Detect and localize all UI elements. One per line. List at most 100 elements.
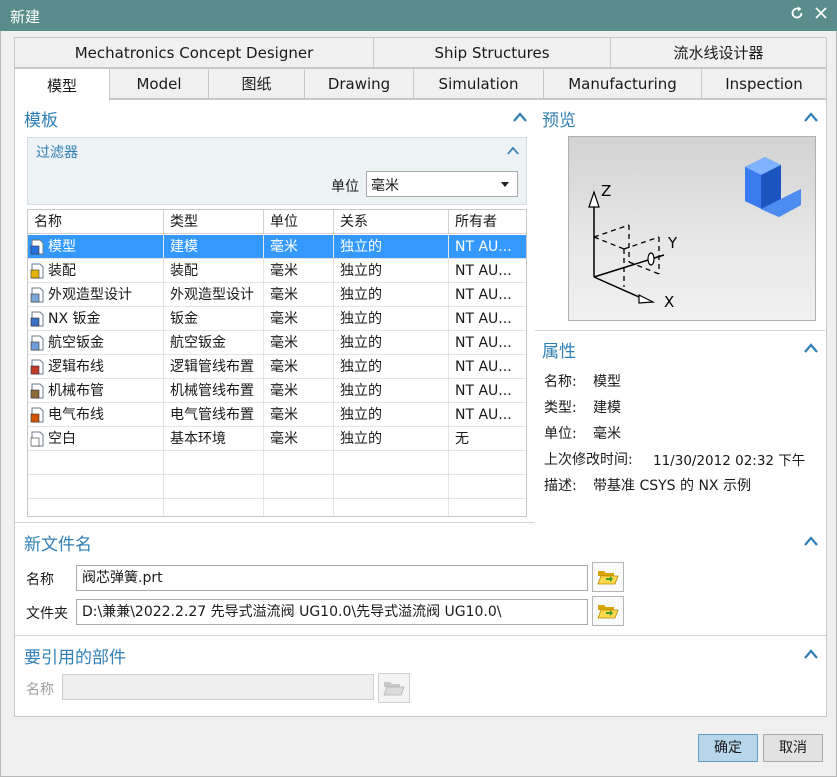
tab-label: Manufacturing xyxy=(568,74,677,93)
table-cell-owner: NT AU... xyxy=(449,379,526,403)
table-cell-name xyxy=(28,475,164,499)
table-cell-unit: 毫米 xyxy=(264,259,334,283)
prop-type-value: 建模 xyxy=(593,400,621,416)
cell-text: 外观造型设计 xyxy=(48,287,132,303)
tab-drawing-cn[interactable]: 图纸 xyxy=(208,68,305,99)
cell-text: 装配 xyxy=(170,263,198,279)
cell-text: 独立的 xyxy=(340,263,382,279)
tab-label: Model xyxy=(136,74,182,93)
cell-text: 独立的 xyxy=(340,431,382,447)
prop-unit-value: 毫米 xyxy=(593,426,621,442)
table-cell-unit: 毫米 xyxy=(264,355,334,379)
browse-reference-button[interactable] xyxy=(378,673,410,703)
collapse-chevron-icon[interactable] xyxy=(507,146,519,155)
unit-dropdown[interactable]: 毫米 xyxy=(366,171,518,197)
empty-table-row xyxy=(28,499,526,516)
tab-model-en[interactable]: Model xyxy=(109,68,209,99)
cell-text: 逻辑管线布置 xyxy=(170,359,254,375)
table-cell-name: 装配 xyxy=(28,259,164,283)
elec-routing-icon xyxy=(30,407,45,423)
tab-mechatronics[interactable]: Mechatronics Concept Designer xyxy=(14,37,374,68)
folder-input[interactable]: D:\兼兼\2022.2.27 先导式溢流阀 UG10.0\先导式溢流阀 UG1… xyxy=(76,599,588,625)
table-cell-relation xyxy=(334,451,449,475)
collapse-chevron-icon[interactable] xyxy=(804,536,818,546)
column-header-owner[interactable]: 所有者 xyxy=(449,210,526,234)
close-icon[interactable] xyxy=(812,5,830,25)
table-cell-relation: 独立的 xyxy=(334,355,449,379)
table-row[interactable]: NX 钣金 钣金 毫米 独立的 NT AU... xyxy=(28,307,526,331)
window-title: 新建 xyxy=(10,8,41,26)
cell-text: 毫米 xyxy=(270,263,298,279)
tab-simulation[interactable]: Simulation xyxy=(413,68,544,99)
tab-ship-structures[interactable]: Ship Structures xyxy=(373,37,611,68)
reference-name-input[interactable] xyxy=(62,674,374,700)
tab-model-cn[interactable]: 模型 xyxy=(14,68,110,101)
tab-line-designer[interactable]: 流水线设计器 xyxy=(610,37,827,68)
folder-open-icon xyxy=(383,682,405,696)
table-cell-owner: NT AU... xyxy=(449,307,526,331)
table-row[interactable]: 航空钣金 航空钣金 毫米 独立的 NT AU... xyxy=(28,331,526,355)
axis-y-label: Y xyxy=(668,234,678,252)
reset-icon[interactable] xyxy=(788,5,806,25)
table-cell-relation xyxy=(334,499,449,516)
table-cell-owner: NT AU... xyxy=(449,355,526,379)
cell-text: 机械布管 xyxy=(48,383,104,399)
table-cell-owner: NT AU... xyxy=(449,283,526,307)
cell-text: NT AU... xyxy=(455,407,512,423)
table-row[interactable]: 机械布管 机械管线布置 毫米 独立的 NT AU... xyxy=(28,379,526,403)
table-row[interactable]: 逻辑布线 逻辑管线布置 毫米 独立的 NT AU... xyxy=(28,355,526,379)
table-cell-name: 空白 xyxy=(28,427,164,451)
table-cell-owner xyxy=(449,499,526,516)
collapse-chevron-icon[interactable] xyxy=(804,112,818,122)
shape-design-icon xyxy=(30,287,45,303)
table-row[interactable]: 装配 装配 毫米 独立的 NT AU... xyxy=(28,259,526,283)
cell-text: 独立的 xyxy=(340,359,382,375)
table-cell-type: 电气管线布置 xyxy=(164,403,264,427)
column-header-name[interactable]: 名称 xyxy=(28,210,164,234)
cancel-button[interactable]: 取消 xyxy=(763,734,823,762)
column-header-type[interactable]: 类型 xyxy=(164,210,264,234)
cell-text: NT AU... xyxy=(455,239,512,255)
table-cell-type: 装配 xyxy=(164,259,264,283)
prop-unit-label: 单位: xyxy=(544,426,577,442)
table-cell-type: 外观造型设计 xyxy=(164,283,264,307)
preview-section-title: 预览 xyxy=(542,111,576,131)
cell-text: 毫米 xyxy=(270,335,298,351)
prop-modified-label: 上次修改时间: xyxy=(544,452,633,468)
sheet-metal-icon xyxy=(30,311,45,327)
file-name-input[interactable]: 阀芯弹簧.prt xyxy=(76,565,588,591)
browse-folder-button[interactable] xyxy=(592,596,624,626)
browse-name-button[interactable] xyxy=(592,562,624,592)
column-header-unit[interactable]: 单位 xyxy=(264,210,334,234)
collapse-chevron-icon[interactable] xyxy=(804,343,818,353)
table-cell-relation: 独立的 xyxy=(334,259,449,283)
tab-manufacturing[interactable]: Manufacturing xyxy=(543,68,702,99)
cell-text: 机械管线布置 xyxy=(170,383,254,399)
cell-text: NX 钣金 xyxy=(48,311,101,327)
table-cell-unit: 毫米 xyxy=(264,283,334,307)
table-cell-name xyxy=(28,499,164,516)
table-cell-type xyxy=(164,475,264,499)
table-row[interactable]: 模型 建模 毫米 独立的 NT AU... xyxy=(28,235,526,259)
logic-routing-icon xyxy=(30,359,45,375)
table-cell-unit xyxy=(264,499,334,516)
folder-open-icon xyxy=(597,571,619,585)
ok-button[interactable]: 确定 xyxy=(698,734,758,762)
tab-drawing-en[interactable]: Drawing xyxy=(304,68,414,99)
cell-text: NT AU... xyxy=(455,311,512,327)
prop-desc-value: 带基准 CSYS 的 NX 示例 xyxy=(593,478,751,494)
cell-text: 毫米 xyxy=(270,407,298,423)
column-header-relation[interactable]: 关系 xyxy=(334,210,449,234)
tab-label: 模型 xyxy=(46,76,77,95)
table-row[interactable]: 空白 基本环境 毫米 独立的 无 xyxy=(28,427,526,451)
table-cell-owner: NT AU... xyxy=(449,235,526,259)
table-row[interactable]: 电气布线 电气管线布置 毫米 独立的 NT AU... xyxy=(28,403,526,427)
cell-text: 航空钣金 xyxy=(48,335,104,351)
tab-inspection[interactable]: Inspection xyxy=(701,68,827,99)
preview-image: Z Y X xyxy=(568,136,816,321)
reference-name-label: 名称 xyxy=(26,682,54,698)
collapse-chevron-icon[interactable] xyxy=(513,112,527,122)
collapse-chevron-icon[interactable] xyxy=(804,649,818,659)
table-row[interactable]: 外观造型设计 外观造型设计 毫米 独立的 NT AU... xyxy=(28,283,526,307)
table-cell-relation: 独立的 xyxy=(334,307,449,331)
